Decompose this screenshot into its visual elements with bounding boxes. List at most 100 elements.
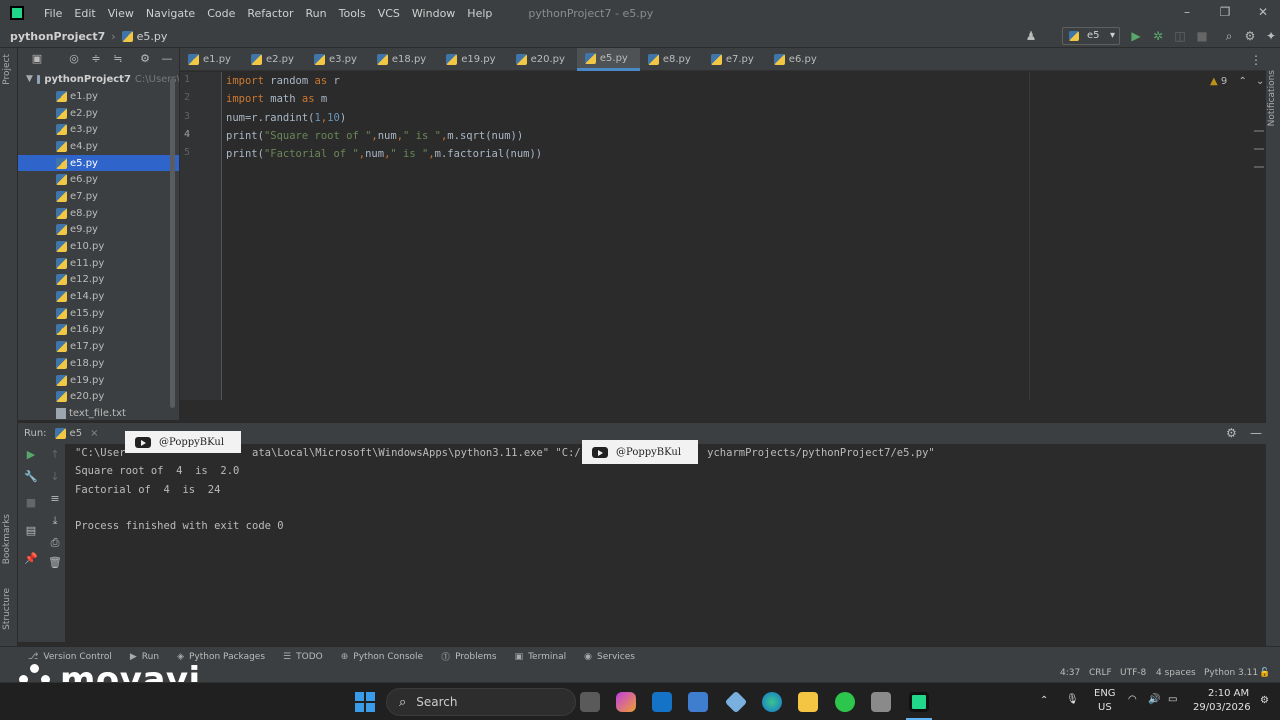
tool-window-python-console[interactable]: ⊕ Python Console — [341, 652, 423, 662]
project-file-item[interactable]: e18.py — [18, 355, 179, 372]
scroll-marker[interactable] — [1254, 130, 1264, 132]
interpreter-setting[interactable]: Python 3.11 — [1204, 668, 1258, 678]
project-view-icon[interactable]: ▣ — [30, 52, 44, 66]
clock-date[interactable]: 29/03/2026 — [1193, 702, 1251, 713]
battery-icon[interactable]: ▭ — [1168, 694, 1177, 705]
menu-item-edit[interactable]: Edit — [68, 7, 101, 20]
clock-time[interactable]: 2:10 AM — [1208, 688, 1249, 699]
run-icon[interactable]: ▶ — [1129, 29, 1143, 43]
edge-icon[interactable] — [762, 692, 782, 712]
taskbar-search[interactable]: ⌕ Search — [386, 688, 576, 716]
close-icon[interactable]: ✕ — [1256, 5, 1270, 19]
project-file-item[interactable]: e17.py — [18, 338, 179, 355]
pycharm-taskbar-icon[interactable] — [909, 692, 929, 712]
project-scrollbar[interactable] — [170, 78, 175, 408]
project-file-item[interactable]: e10.py — [18, 238, 179, 255]
project-file-item[interactable]: e12.py — [18, 272, 179, 289]
menu-item-view[interactable]: View — [102, 7, 140, 20]
search-icon[interactable]: ⌕ — [1222, 29, 1236, 43]
user-icon[interactable]: ♟ — [1024, 29, 1038, 43]
close-tab-icon[interactable]: × — [90, 428, 98, 439]
file-explorer-icon[interactable] — [798, 692, 818, 712]
chevron-down-icon[interactable]: ▼ — [26, 74, 33, 84]
editor-tab[interactable]: e7.py — [703, 48, 766, 71]
project-file-item[interactable]: e2.py — [18, 105, 179, 122]
structure-tool-button[interactable]: Structure — [2, 588, 12, 630]
layout-icon[interactable]: ▤ — [24, 524, 38, 538]
microphone-icon[interactable]: 🎙 — [1066, 694, 1079, 705]
warnings-indicator[interactable]: ▲ 9 ⌃ ⌄ — [1210, 76, 1264, 87]
coverage-icon[interactable]: ◫ — [1173, 29, 1187, 43]
run-tab-e5[interactable]: e5 × — [54, 428, 98, 439]
editor-tab[interactable]: e2.py — [243, 48, 306, 71]
editor-tab[interactable]: e20.py — [508, 48, 577, 71]
tool-window-problems[interactable]: ⓵ Problems — [441, 650, 497, 664]
editor-tab[interactable]: e3.py — [306, 48, 369, 71]
copilot-icon[interactable] — [616, 692, 636, 712]
restore-icon[interactable]: ❐ — [1218, 5, 1232, 19]
minimize-icon[interactable]: – — [1180, 5, 1194, 19]
project-root-node[interactable]: ▼ pythonProject7 C:\Users\ — [18, 71, 179, 87]
menu-item-vcs[interactable]: VCS — [372, 7, 406, 20]
editor-tab[interactable]: e1.py — [180, 48, 243, 71]
project-tool-button[interactable]: Project — [2, 54, 12, 85]
chevron-up-icon[interactable]: ⌃ — [1238, 76, 1246, 87]
menu-item-tools[interactable]: Tools — [333, 7, 372, 20]
wrench-icon[interactable]: 🔧 — [24, 470, 38, 484]
snipping-tool-icon[interactable] — [871, 692, 891, 712]
outlook-icon[interactable] — [652, 692, 672, 712]
file-encoding[interactable]: UTF-8 — [1120, 668, 1146, 678]
run-console-output[interactable]: "C:\User ata\Local\Microsoft\WindowsApps… — [67, 444, 1266, 642]
windows-start-icon[interactable] — [355, 692, 375, 712]
print-icon[interactable]: ⎙ — [48, 536, 62, 550]
trash-icon[interactable]: 🗑 — [48, 556, 62, 570]
hide-panel-icon[interactable]: — — [1250, 426, 1262, 440]
tool-window-terminal[interactable]: ▣ Terminal — [515, 652, 567, 662]
code-editor[interactable]: import random as r import math as m num=r.… — [223, 72, 1263, 400]
scroll-down-icon[interactable]: ↓ — [48, 470, 62, 484]
debug-icon[interactable]: ✲ — [1151, 29, 1165, 43]
scroll-up-icon[interactable]: ↑ — [48, 448, 62, 462]
settings-gear-icon[interactable]: ⚙ — [1226, 426, 1237, 440]
project-file-item[interactable]: e11.py — [18, 255, 179, 272]
collapse-all-icon[interactable]: ≒ — [111, 52, 125, 66]
project-file-item[interactable]: e9.py — [18, 222, 179, 239]
tool-window-services[interactable]: ◉ Services — [584, 652, 635, 662]
editor-tab[interactable]: e19.py — [438, 48, 507, 71]
editor-tab[interactable]: e5.py — [576, 48, 640, 71]
plugin-icon[interactable]: ✦ — [1264, 29, 1278, 43]
chevron-up-icon[interactable]: ⌃ — [1040, 695, 1048, 706]
notifications-icon[interactable]: ⚙ — [1260, 695, 1269, 706]
project-file-item[interactable]: e3.py — [18, 121, 179, 138]
menu-item-help[interactable]: Help — [461, 7, 498, 20]
locate-icon[interactable]: ◎ — [67, 52, 81, 66]
project-file-item[interactable]: e8.py — [18, 205, 179, 222]
project-file-item[interactable]: e7.py — [18, 188, 179, 205]
rerun-icon[interactable]: ▶ — [24, 448, 38, 462]
project-file-item[interactable]: e19.py — [18, 372, 179, 389]
menu-item-window[interactable]: Window — [406, 7, 461, 20]
caret-position[interactable]: 4:37 — [1060, 668, 1080, 678]
scroll-to-end-icon[interactable]: ⤓ — [48, 514, 62, 528]
project-file-item[interactable]: text_file.txt — [18, 405, 179, 420]
run-configuration-select[interactable]: e5 ▾ — [1062, 27, 1120, 45]
language-top[interactable]: ENG — [1094, 688, 1116, 699]
language-bottom[interactable]: US — [1098, 702, 1112, 713]
scroll-marker[interactable] — [1254, 166, 1264, 168]
project-file-item[interactable]: e4.py — [18, 138, 179, 155]
tool-window-todo[interactable]: ☰ TODO — [283, 652, 323, 662]
bookmarks-tool-button[interactable]: Bookmarks — [2, 514, 12, 564]
project-file-item[interactable]: e20.py — [18, 388, 179, 405]
pin-icon[interactable]: 📌 — [24, 552, 38, 566]
expand-all-icon[interactable]: ≑ — [89, 52, 103, 66]
editor-tab[interactable]: e6.py — [766, 48, 829, 71]
indent-setting[interactable]: 4 spaces — [1156, 668, 1196, 678]
wifi-icon[interactable]: ◠ — [1128, 694, 1137, 705]
project-file-item[interactable]: e5.py — [18, 154, 179, 172]
menu-item-navigate[interactable]: Navigate — [140, 7, 201, 20]
task-view-icon[interactable] — [580, 692, 600, 712]
project-file-item[interactable]: e6.py — [18, 171, 179, 188]
chevron-down-icon[interactable]: ⌄ — [1256, 76, 1264, 87]
breadcrumb-project[interactable]: pythonProject7 — [10, 30, 105, 43]
whatsapp-icon[interactable] — [835, 692, 855, 712]
